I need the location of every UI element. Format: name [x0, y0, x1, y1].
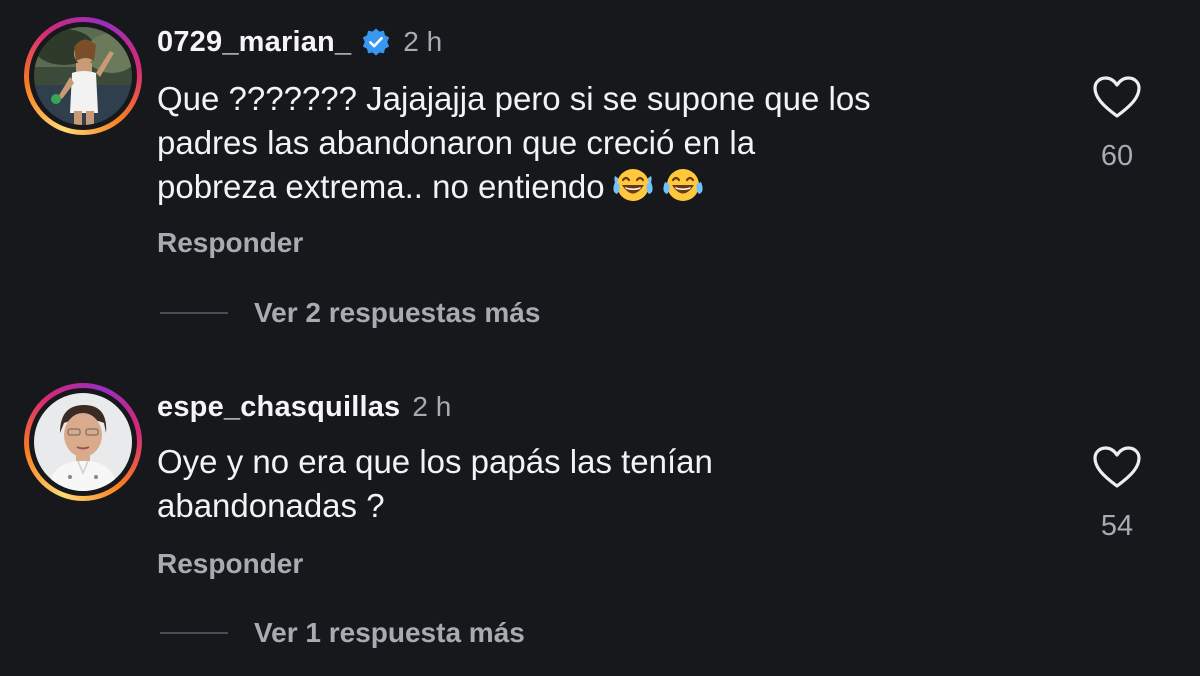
- like-area: 54: [1082, 445, 1152, 543]
- avatar-photo: [34, 27, 132, 125]
- story-ring[interactable]: [24, 383, 142, 501]
- reply-button[interactable]: Responder: [157, 227, 303, 259]
- timestamp: 2 h: [412, 391, 452, 422]
- view-more-replies[interactable]: Ver 1 respuesta más: [160, 617, 525, 649]
- verified-badge-icon: [363, 28, 390, 56]
- heart-icon[interactable]: [1092, 75, 1142, 119]
- comment-text: Oye y no era que los papás las tenían ab…: [157, 443, 713, 524]
- divider-line: [160, 312, 228, 314]
- avatar-photo: [34, 393, 132, 491]
- view-more-replies-label: Ver 1 respuesta más: [254, 617, 525, 648]
- view-more-replies[interactable]: Ver 2 respuestas más: [160, 297, 540, 329]
- divider-line: [160, 632, 228, 634]
- comment-body: Que ??????? Jajajajja pero si se supone …: [157, 77, 1057, 209]
- story-ring[interactable]: [24, 17, 142, 135]
- username[interactable]: espe_chasquillas: [157, 391, 400, 424]
- username[interactable]: 0729_marian_: [157, 26, 351, 59]
- avatar[interactable]: [34, 27, 132, 125]
- like-count: 54: [1100, 510, 1134, 542]
- comment-header: espe_chasquillas 2 h: [157, 389, 451, 425]
- timestamp: 2 h: [403, 26, 443, 57]
- heart-icon[interactable]: [1092, 445, 1142, 489]
- avatar[interactable]: [34, 393, 132, 491]
- comment-header: 0729_marian_ 2 h: [157, 24, 442, 60]
- face-with-tears-of-joy-icon: [613, 169, 653, 201]
- reply-button[interactable]: Responder: [157, 548, 303, 580]
- comment-text: Que ??????? Jajajajja pero si se supone …: [157, 80, 871, 205]
- like-count: 60: [1100, 140, 1134, 172]
- view-more-replies-label: Ver 2 respuestas más: [254, 297, 541, 328]
- like-area: 60: [1082, 75, 1152, 173]
- face-with-tears-of-joy-icon: [663, 169, 703, 201]
